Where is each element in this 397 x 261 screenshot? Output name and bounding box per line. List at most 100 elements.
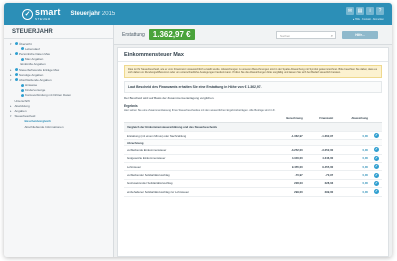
sidebar: STEUERJAHR ▾ ✓ Übersicht ✓ Lebenslauf ▸ ✓ Persö… — [4, 25, 114, 257]
status-cell — [371, 122, 382, 132]
sidebar-heading: STEUERJAHR — [4, 25, 113, 39]
column-header: Finanzamt — [305, 113, 337, 123]
table-row: festzusetzender Solidaritätszuschlag 228,… — [124, 179, 382, 189]
check-icon[interactable]: ✓ — [374, 133, 379, 138]
logo-sub: STEUER — [35, 16, 51, 21]
column-header — [371, 113, 382, 123]
status-cell: ✓ — [371, 131, 382, 141]
chevron-icon: ▸ — [10, 103, 12, 108]
finanzamt-value: -70,97 — [305, 170, 337, 180]
app-logo[interactable]: ✓ smart STEUER — [22, 6, 61, 21]
info-icon[interactable]: i — [366, 7, 374, 15]
check-icon: ✓ — [20, 88, 24, 92]
column-header: Berechnung — [271, 113, 306, 123]
sidebar-item-label: Abschließende Informationen — [24, 124, 64, 129]
sidebar-nav: ▾ ✓ Übersicht ✓ Lebenslauf ▸ ✓ Persönliche Date… — [4, 39, 113, 131]
calc-value: -3.252,00 — [271, 145, 306, 155]
check-icon: ✓ — [20, 47, 24, 51]
check-icon: ✓ — [14, 68, 18, 72]
chevron-icon: ▾ — [10, 41, 12, 46]
check-icon: ✓ — [20, 57, 24, 61]
finanzamt-value — [305, 122, 337, 132]
table-row: Lohnsteuer 9.455,00 9.455,00 0,00 ✓ — [124, 162, 382, 172]
status-cell: ✓ — [371, 187, 382, 197]
calc-value: 228,03 — [271, 179, 306, 189]
logo-check-icon: ✓ — [22, 8, 33, 20]
envelope-icon[interactable]: ✉ — [346, 7, 354, 15]
status-cell: ✓ — [371, 154, 382, 164]
row-label: Vergleich der Einkommensteuererklärung u… — [124, 122, 272, 132]
table-row: verbleibender Solidaritätszuschlag -70,97… — [124, 170, 382, 180]
finanzamt-value: 9.455,00 — [305, 162, 337, 172]
chevron-icon: ▾ — [10, 77, 12, 82]
section-title: Ergebnis — [124, 103, 138, 108]
top-link[interactable]: ● Hilfe · Kontakt · Abmelden — [353, 18, 384, 21]
check-icon[interactable]: ✓ — [374, 147, 379, 153]
row-label: Lohnsteuer — [124, 162, 272, 172]
print-icon[interactable]: ▤ — [356, 7, 364, 15]
finanzamt-value: -3.252,00 — [305, 145, 337, 155]
page-title: Einkommensteuer Max — [118, 48, 388, 62]
sidebar-item-label: Kindervorsorge — [25, 88, 46, 93]
check-icon: ✓ — [14, 42, 18, 46]
chevron-icon: ▾ — [10, 114, 12, 119]
calc-value: 4.346,00 — [271, 154, 306, 164]
result-box: Laut Bescheid des Finanzamts erhalten Si… — [124, 80, 382, 93]
check-icon[interactable]: ✓ — [374, 155, 379, 161]
status-cell: ✓ — [371, 170, 382, 180]
sidebar-item-label: Abschließende Angaben — [19, 77, 52, 82]
calc-value: -70,97 — [271, 170, 306, 180]
sidebar-item-label: Unterschrift — [14, 98, 30, 103]
sidebar-item-label: Sonstige Angaben — [19, 72, 44, 77]
calc-value: 9.455,00 — [271, 162, 306, 172]
status-cell: ✓ — [371, 179, 382, 189]
sidebar-item-label: Angaben — [14, 109, 27, 114]
chevron-icon: ▸ — [10, 72, 12, 77]
finanzamt-value: 4.346,00 — [305, 154, 337, 164]
sidebar-item-label: Abwicklung — [14, 103, 30, 108]
table-row: verbleibende Einkommensteuer -3.252,00 -3.… — [124, 145, 382, 155]
check-icon: ✓ — [20, 83, 24, 87]
finanzamt-value: -1.362,97 — [305, 131, 337, 141]
app-title: Steuerjahr 2015 — [71, 11, 116, 17]
check-icon[interactable]: ✓ — [374, 189, 379, 195]
calc-value — [271, 122, 306, 132]
table-row: Erstattung (mit einem Minus) oder Nachza… — [124, 131, 382, 141]
notice-box: Dies ist Ihr Steuerbescheid, wie er vom … — [124, 65, 382, 78]
deviation-value: 0,00 — [336, 145, 371, 155]
calc-value: -1.362,97 — [271, 131, 306, 141]
sidebar-item-label: Einkünfte Angaben — [20, 62, 46, 67]
table-row: Vergleich der Einkommensteuererklärung u… — [124, 122, 382, 132]
sidebar-item-label: Max Angaben — [25, 57, 44, 62]
help-button[interactable]: Hilfe... — [342, 31, 378, 39]
check-icon: ✓ — [14, 73, 18, 77]
deviation-value: 0,00 — [336, 131, 371, 141]
chevron-icon: ▸ — [10, 51, 12, 56]
top-icons: ✉ ▤ i ? — [346, 7, 384, 15]
calc-value: 299,00 — [271, 187, 306, 197]
result-table: Berechnung Finanzamt Abweichung Vergleic… — [124, 113, 382, 197]
content-panel: Einkommensteuer Max Dies ist Ihr Steuerb… — [117, 47, 389, 257]
search-placeholder: Suchen — [280, 33, 291, 38]
sidebar-item-label: Steuerbescheid — [14, 114, 36, 119]
check-icon[interactable]: ✓ — [374, 164, 379, 170]
table-row: einbehaltener Solidaritätszuschlag zur L… — [124, 187, 382, 197]
row-label: verbleibende Einkommensteuer — [124, 145, 272, 155]
sidebar-item-label: Übersicht — [19, 41, 32, 46]
status-cell: ✓ — [371, 145, 382, 155]
search-input[interactable]: Suchen ⌕ — [276, 31, 336, 39]
sidebar-item-label: Steuerbefreiende Erträge Max — [19, 67, 60, 72]
finanzamt-value: 228,03 — [305, 179, 337, 189]
sidebar-item-label: Lebenslauf — [25, 46, 40, 51]
erstattung-label: Erstattung — [122, 31, 145, 38]
main-header: Erstattung 1.362,97 € Suchen ⌕ Hilfe... — [114, 25, 392, 45]
logo-word: smart — [35, 6, 61, 17]
deviation-value: 0,00 — [336, 162, 371, 172]
check-icon[interactable]: ✓ — [374, 180, 379, 186]
sidebar-item[interactable]: Abschließende Informationen — [10, 124, 107, 129]
check-icon[interactable]: ✓ — [374, 172, 379, 178]
comparison-note: Der Bescheid wird auf Basis der Zusammen… — [124, 95, 215, 100]
help-icon[interactable]: ? — [376, 7, 384, 15]
column-header — [124, 113, 272, 123]
search-icon[interactable]: ⌕ — [331, 33, 333, 38]
